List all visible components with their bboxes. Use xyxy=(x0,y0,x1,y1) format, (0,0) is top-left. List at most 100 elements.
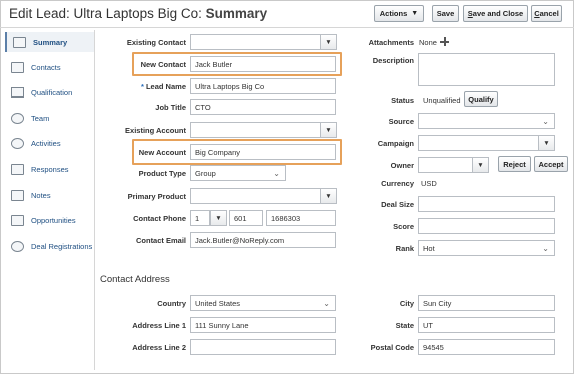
sidebar-item-team[interactable]: Team xyxy=(5,108,94,128)
sidebar-item-notes[interactable]: Notes xyxy=(5,185,94,205)
chevron-down-icon: ⌄ xyxy=(323,299,330,308)
owner-dropdown[interactable]: ▼ xyxy=(472,157,489,173)
existing-account-dropdown[interactable]: ▼ xyxy=(320,122,337,138)
contacts-icon xyxy=(11,61,24,73)
sidebar-item-responses[interactable]: Responses xyxy=(5,159,94,179)
existing-account-label: Existing Account xyxy=(125,126,186,135)
sidebar-item-label: Responses xyxy=(31,164,69,174)
country-value: United States xyxy=(195,298,241,308)
phone-country-code-input[interactable]: 1 xyxy=(190,210,210,226)
score-label: Score xyxy=(393,222,414,231)
save-label: Save xyxy=(436,9,455,18)
sidebar-item-opportunities[interactable]: Opportunities xyxy=(5,210,94,230)
score-input[interactable] xyxy=(418,218,555,234)
postal-code-label: Postal Code xyxy=(370,343,414,352)
chevron-down-icon: ⌄ xyxy=(273,169,280,178)
new-contact-label: New Contact xyxy=(140,60,186,69)
deal-size-input[interactable] xyxy=(418,196,555,212)
reject-button[interactable]: Reject xyxy=(498,156,531,172)
contact-address-heading: Contact Address xyxy=(100,274,170,285)
address-line2-label: Address Line 2 xyxy=(132,343,186,352)
primary-product-dropdown[interactable]: ▼ xyxy=(320,188,337,204)
page-title-separator: : xyxy=(198,6,202,21)
sidebar: Summary Contacts Qualification Team Acti… xyxy=(5,30,95,370)
add-attachment-icon[interactable] xyxy=(440,37,449,46)
cancel-button[interactable]: Cancel xyxy=(531,5,562,22)
new-account-label: New Account xyxy=(138,148,186,157)
phone-area-code-input[interactable]: 601 xyxy=(229,210,263,226)
attachments-label: Attachments xyxy=(368,38,414,47)
page-title-section: Summary xyxy=(205,6,268,21)
existing-contact-dropdown[interactable]: ▼ xyxy=(320,34,337,50)
qualify-label: Qualify xyxy=(468,94,494,104)
save-close-label: ave and Close xyxy=(472,9,524,18)
actions-menu-button[interactable]: Actions ▼ xyxy=(374,5,424,22)
sidebar-item-contacts[interactable]: Contacts xyxy=(5,57,94,77)
required-marker: * xyxy=(141,82,144,91)
sidebar-item-qualification[interactable]: Qualification xyxy=(5,82,94,102)
chevron-down-icon: ⌄ xyxy=(542,117,549,126)
description-label: Description xyxy=(372,56,414,65)
currency-value: USD xyxy=(421,179,437,188)
phone-country-code-dropdown[interactable]: ▼ xyxy=(210,210,227,226)
lead-name-label-text: Lead Name xyxy=(145,82,186,91)
contact-email-label: Contact Email xyxy=(135,236,186,245)
deal-registrations-icon xyxy=(11,240,24,252)
existing-account-input[interactable] xyxy=(190,122,321,138)
team-icon xyxy=(11,112,24,124)
city-label: City xyxy=(399,299,414,308)
lead-name-input[interactable]: Ultra Laptops Big Co xyxy=(190,78,336,94)
attachments-value: None xyxy=(419,38,437,47)
rank-value: Hot xyxy=(423,243,435,253)
sidebar-item-label: Team xyxy=(31,113,50,123)
sidebar-item-deal-registrations[interactable]: Deal Registrations xyxy=(5,236,94,256)
address-line1-input[interactable]: 111 Sunny Lane xyxy=(190,317,336,333)
save-and-close-button[interactable]: Save and Close xyxy=(463,5,528,22)
lead-name-label: * Lead Name xyxy=(141,82,186,91)
rank-select[interactable]: Hot ⌄ xyxy=(418,240,555,256)
source-select[interactable]: ⌄ xyxy=(418,113,555,129)
scale-icon xyxy=(11,86,24,98)
existing-contact-input[interactable] xyxy=(190,34,321,50)
sidebar-item-label: Summary xyxy=(33,37,68,47)
owner-input[interactable] xyxy=(418,157,473,173)
contact-email-input[interactable]: Jack.Butler@NoReply.com xyxy=(190,232,336,248)
phone-number-input[interactable]: 1686303 xyxy=(266,210,336,226)
save-button[interactable]: Save xyxy=(432,5,459,22)
new-account-input[interactable]: Big Company xyxy=(190,144,336,160)
sidebar-item-label: Deal Registrations xyxy=(31,241,93,251)
country-label: Country xyxy=(157,299,186,308)
primary-product-input[interactable] xyxy=(190,188,321,204)
address-line1-label: Address Line 1 xyxy=(132,321,186,330)
caret-down-icon: ▼ xyxy=(325,192,332,200)
city-input[interactable]: Sun City xyxy=(418,295,555,311)
source-label: Source xyxy=(388,117,414,126)
country-select[interactable]: United States ⌄ xyxy=(190,295,336,311)
activities-icon xyxy=(11,137,24,149)
sidebar-item-activities[interactable]: Activities xyxy=(5,133,94,153)
sidebar-item-label: Qualification xyxy=(31,87,73,97)
currency-label: Currency xyxy=(381,179,414,188)
job-title-input[interactable]: CTO xyxy=(190,99,336,115)
caret-down-icon: ▼ xyxy=(215,214,222,222)
caret-down-icon: ▼ xyxy=(477,161,484,169)
new-contact-input[interactable]: Jack Butler xyxy=(190,56,336,72)
state-input[interactable]: UT xyxy=(418,317,555,333)
caret-down-icon: ▼ xyxy=(411,10,419,17)
qualify-button[interactable]: Qualify xyxy=(464,91,498,107)
notes-icon xyxy=(11,189,24,201)
contact-phone-label: Contact Phone xyxy=(133,214,186,223)
accept-button[interactable]: Accept xyxy=(534,156,568,172)
page-header: Edit Lead: Ultra Laptops Big Co: Summary… xyxy=(0,0,574,28)
product-type-select[interactable]: Group ⌄ xyxy=(190,165,286,181)
description-textarea[interactable] xyxy=(418,53,555,86)
campaign-dropdown[interactable]: ▼ xyxy=(538,135,555,151)
address-line2-input[interactable] xyxy=(190,339,336,355)
product-type-label: Product Type xyxy=(138,169,186,178)
sidebar-item-summary[interactable]: Summary xyxy=(5,32,94,52)
campaign-label: Campaign xyxy=(377,139,414,148)
postal-code-input[interactable]: 94545 xyxy=(418,339,555,355)
campaign-input[interactable] xyxy=(418,135,539,151)
summary-icon xyxy=(13,36,26,48)
chevron-down-icon: ⌄ xyxy=(542,244,549,253)
